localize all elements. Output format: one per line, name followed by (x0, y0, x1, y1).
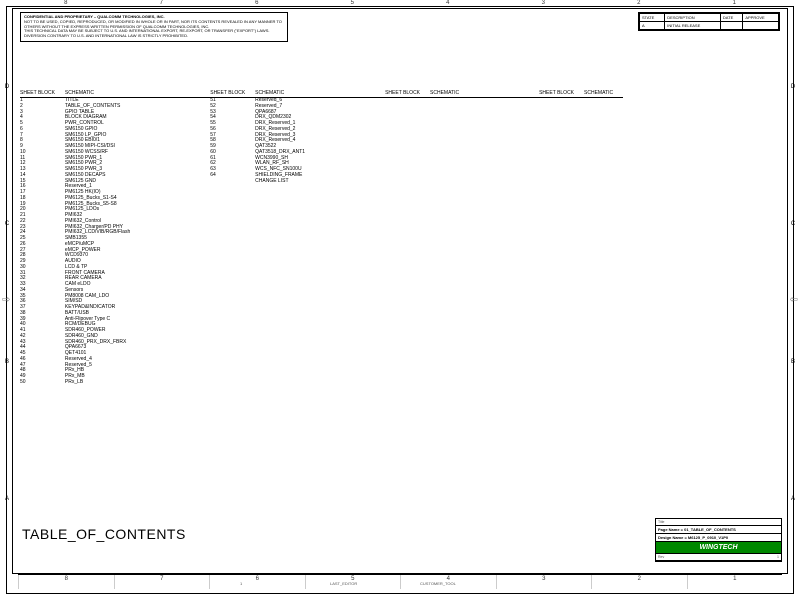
list-header: SHEET BLOCK (210, 90, 255, 98)
ruler-top: 12345678 (18, 0, 782, 8)
list-header: SCHEMATIC (430, 90, 469, 98)
sheet-name-col (430, 98, 469, 386)
sheet-number-col: 5152535455565758596061626364 (210, 98, 255, 386)
wingtech-logo: WINGTECH (656, 542, 781, 554)
ruler-row: A (788, 431, 798, 569)
ruler-col: 5 (305, 0, 401, 8)
revision-box: STATEDESCRIPTIONDATEAPPROVE AINITIAL REL… (638, 12, 780, 31)
footer-center: LAST_EDITOR (330, 581, 357, 586)
arrow-right-icon: ⇦ (790, 295, 798, 306)
ruler-col: 2 (591, 575, 687, 589)
arrow-left-icon: ⇨ (2, 295, 10, 306)
toc-listing: SHEET BLOCKSCHEMATICSHEET BLOCKSCHEMATIC… (20, 90, 780, 386)
ruler-row: A (2, 431, 12, 569)
tb-pagename: Page Name = 01_TABLE_OF_CONTENTS (658, 527, 736, 532)
confidential-p2: THIS TECHNICAL DATA MAY BE SUBJECT TO U.… (24, 29, 284, 39)
list-header: SHEET BLOCK (539, 90, 584, 98)
ruler-col: 7 (114, 575, 210, 589)
tb-rev: 1 (777, 555, 779, 559)
ruler-row: B (788, 293, 798, 431)
ruler-col: 1 (687, 0, 783, 8)
footer-left: 1 (240, 581, 242, 586)
title-block: Title Page Name = 01_TABLE_OF_CONTENTS D… (655, 518, 782, 562)
ruler-row: B (2, 293, 12, 431)
ruler-col: 6 (209, 575, 305, 589)
ruler-left: DCBA (2, 18, 12, 568)
sheet-name-col (584, 98, 623, 386)
ruler-col: 4 (400, 0, 496, 8)
sheet-number-col: 1234567891011121314151617181920212223242… (20, 98, 65, 386)
rev-header: DESCRIPTION (665, 14, 721, 22)
sheet-number-col (539, 98, 584, 386)
page-title: TABLE_OF_CONTENTS (22, 526, 186, 542)
rev-header: APPROVE (743, 14, 779, 22)
rev-cell (743, 22, 779, 30)
ruler-col: 8 (18, 575, 114, 589)
footer-right: CUSTOMER_TOOL (420, 581, 456, 586)
list-header: SHEET BLOCK (20, 90, 65, 98)
sheet-number-col (385, 98, 430, 386)
ruler-row: D (2, 18, 12, 156)
ruler-col: 2 (591, 0, 687, 8)
sheet-name-col: Reserved_6Reserved_7QPA6687DRX_QDM2302DR… (255, 98, 315, 386)
rev-header: STATE (640, 14, 665, 22)
ruler-col: 1 (687, 575, 783, 589)
ruler-bottom: 12345678 (18, 574, 782, 589)
rev-cell: A (640, 22, 665, 30)
list-header: SHEET BLOCK (385, 90, 430, 98)
ruler-row: D (788, 18, 798, 156)
ruler-col: 3 (496, 575, 592, 589)
ruler-col: 8 (18, 0, 114, 8)
list-header: SCHEMATIC (584, 90, 623, 98)
rev-cell: INITIAL RELEASE (665, 22, 721, 30)
drawing-sheet: 12345678 12345678 DCBA DCBA ⇨ ⇦ CONFIDEN… (0, 0, 800, 600)
ruler-col: 6 (209, 0, 305, 8)
ruler-col: 3 (496, 0, 592, 8)
ruler-right: DCBA (788, 18, 798, 568)
ruler-row: C (2, 156, 12, 294)
confidential-box: CONFIDENTIAL AND PROPRIETARY – QUALCOMM … (20, 12, 288, 42)
tb-design: Design Name = M6125_P_0910_V1P0 (658, 535, 728, 540)
ruler-col: 7 (114, 0, 210, 8)
sheet-name-col: TITLETABLE_OF_CONTENTSGPIO TABLEBLOCK DI… (65, 98, 140, 386)
ruler-row: C (788, 156, 798, 294)
rev-cell (720, 22, 742, 30)
rev-header: DATE (720, 14, 742, 22)
